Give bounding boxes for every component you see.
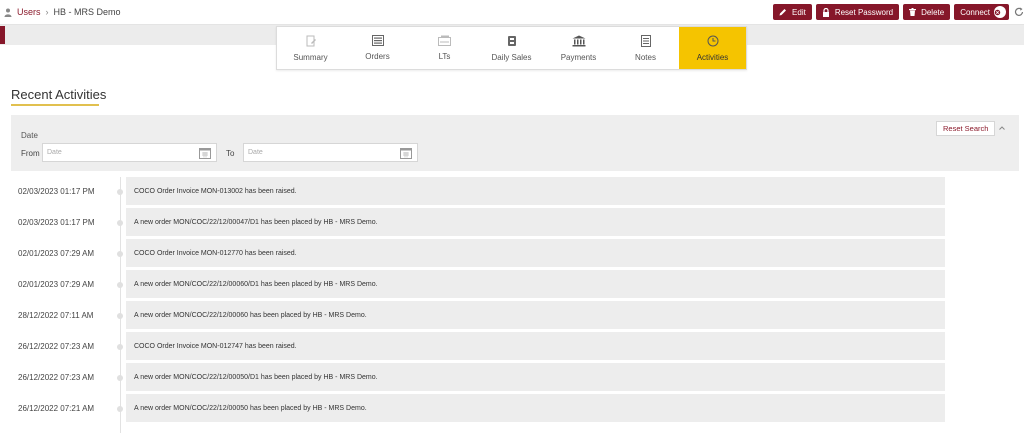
connect-icon xyxy=(994,6,1006,18)
user-icon xyxy=(4,8,12,17)
from-date-field[interactable] xyxy=(42,143,217,162)
breadcrumb: Users › HB - MRS Demo xyxy=(4,7,121,17)
activity-row: 28/12/2022 07:11 AM A new order MON/COC/… xyxy=(0,301,1024,329)
activity-timestamp: 26/12/2022 07:23 AM xyxy=(18,373,95,382)
timeline-dot xyxy=(117,220,123,226)
breadcrumb-current: HB - MRS Demo xyxy=(53,7,121,17)
activity-timestamp: 28/12/2022 07:11 AM xyxy=(18,311,94,320)
top-bar: Users › HB - MRS Demo Edit Reset Passwor… xyxy=(0,0,1024,25)
activity-row: 02/01/2023 07:29 AM COCO Order Invoice M… xyxy=(0,239,1024,267)
notes-icon xyxy=(640,35,651,47)
activity-row: 26/12/2022 07:21 AM A new order MON/COC/… xyxy=(0,394,1024,422)
chevron-up-icon[interactable] xyxy=(998,124,1006,132)
tab-activities-label: Activities xyxy=(696,53,729,62)
activity-card: A new order MON/COC/22/12/00060/D1 has b… xyxy=(126,270,945,298)
side-panel-toggle[interactable] xyxy=(0,26,5,44)
timeline-dot xyxy=(117,344,123,350)
calendar-icon[interactable] xyxy=(400,147,412,159)
from-date-input[interactable] xyxy=(43,144,183,161)
timeline-dot xyxy=(117,375,123,381)
reset-password-button[interactable]: Reset Password xyxy=(815,4,900,20)
tab-lts[interactable]: LTs xyxy=(411,27,478,69)
lts-icon xyxy=(438,35,451,46)
delete-button-label: Delete xyxy=(921,7,945,17)
breadcrumb-users-link[interactable]: Users xyxy=(17,7,41,17)
activity-timestamp: 02/03/2023 01:17 PM xyxy=(18,218,95,227)
activity-row: 02/03/2023 01:17 PM A new order MON/COC/… xyxy=(0,208,1024,236)
activity-card: COCO Order Invoice MON-012770 has been r… xyxy=(126,239,945,267)
activity-card: A new order MON/COC/22/12/00050/D1 has b… xyxy=(126,363,945,391)
timeline-dot xyxy=(117,251,123,257)
tab-summary[interactable]: Summary xyxy=(277,27,344,69)
edit-button-label: Edit xyxy=(792,7,806,17)
connect-button[interactable]: Connect xyxy=(954,4,1009,20)
reset-search-button[interactable]: Reset Search xyxy=(936,121,996,136)
tab-payments[interactable]: Payments xyxy=(545,27,612,69)
page-title: Recent Activities xyxy=(11,87,107,102)
activity-row: 26/12/2022 07:23 AM A new order MON/COC/… xyxy=(0,363,1024,391)
activity-timestamp: 02/03/2023 01:17 PM xyxy=(18,187,95,196)
lock-icon xyxy=(822,7,829,17)
clock-icon xyxy=(707,35,718,47)
activity-timestamp: 26/12/2022 07:21 AM xyxy=(18,404,95,413)
connect-button-label: Connect xyxy=(960,7,990,17)
activity-card: COCO Order Invoice MON-012747 has been r… xyxy=(126,332,945,360)
to-date-input[interactable] xyxy=(244,144,384,161)
activity-row: 02/03/2023 01:17 PM COCO Order Invoice M… xyxy=(0,177,1024,205)
breadcrumb-separator: › xyxy=(45,7,49,17)
tab-lts-label: LTs xyxy=(438,52,451,61)
activity-row: 26/12/2022 07:23 AM COCO Order Invoice M… xyxy=(0,332,1024,360)
timeline-dot xyxy=(117,189,123,195)
tab-notes-label: Notes xyxy=(635,53,656,62)
activity-card: A new order MON/COC/22/12/00047/D1 has b… xyxy=(126,208,945,236)
tab-payments-label: Payments xyxy=(560,53,597,62)
timeline-dot xyxy=(117,406,123,412)
calendar-icon[interactable] xyxy=(199,147,211,159)
activity-card: A new order MON/COC/22/12/00060 has been… xyxy=(126,301,945,329)
to-label: To xyxy=(226,149,235,158)
date-filter-panel: Date From To Reset Search xyxy=(11,115,1019,171)
tab-summary-label: Summary xyxy=(293,53,328,62)
tab-daily-sales-label: Daily Sales xyxy=(491,53,532,62)
tab-daily-sales[interactable]: Daily Sales xyxy=(478,27,545,69)
date-filter-label: Date xyxy=(21,131,38,140)
delete-button[interactable]: Delete xyxy=(903,4,951,20)
edit-button[interactable]: Edit xyxy=(773,4,812,20)
title-underline xyxy=(11,104,99,106)
section-tabs: Summary Orders LTs Daily Sales Payments … xyxy=(276,26,747,70)
activity-timestamp: 02/01/2023 07:29 AM xyxy=(18,280,95,289)
from-label: From xyxy=(21,149,40,158)
reset-password-button-label: Reset Password xyxy=(834,7,894,17)
summary-icon xyxy=(306,35,316,47)
activity-row: 02/01/2023 07:29 AM A new order MON/COC/… xyxy=(0,270,1024,298)
timeline-dot xyxy=(117,313,123,319)
activity-card: COCO Order Invoice MON-013002 has been r… xyxy=(126,177,945,205)
tab-activities[interactable]: Activities xyxy=(679,27,746,69)
bank-icon xyxy=(572,35,585,47)
action-buttons: Edit Reset Password Delete Connect xyxy=(773,4,1024,20)
daily-sales-icon xyxy=(507,36,516,46)
tab-orders[interactable]: Orders xyxy=(344,27,411,69)
activity-timestamp: 26/12/2022 07:23 AM xyxy=(18,342,95,351)
pencil-icon xyxy=(779,9,787,16)
activity-card: A new order MON/COC/22/12/00050 has been… xyxy=(126,394,945,422)
tab-notes[interactable]: Notes xyxy=(612,27,679,69)
refresh-icon[interactable] xyxy=(1014,7,1024,17)
timeline-dot xyxy=(117,282,123,288)
to-date-field[interactable] xyxy=(243,143,418,162)
trash-icon xyxy=(909,8,917,16)
tab-orders-label: Orders xyxy=(365,52,390,61)
activity-timestamp: 02/01/2023 07:29 AM xyxy=(18,249,95,258)
orders-icon xyxy=(371,35,384,46)
